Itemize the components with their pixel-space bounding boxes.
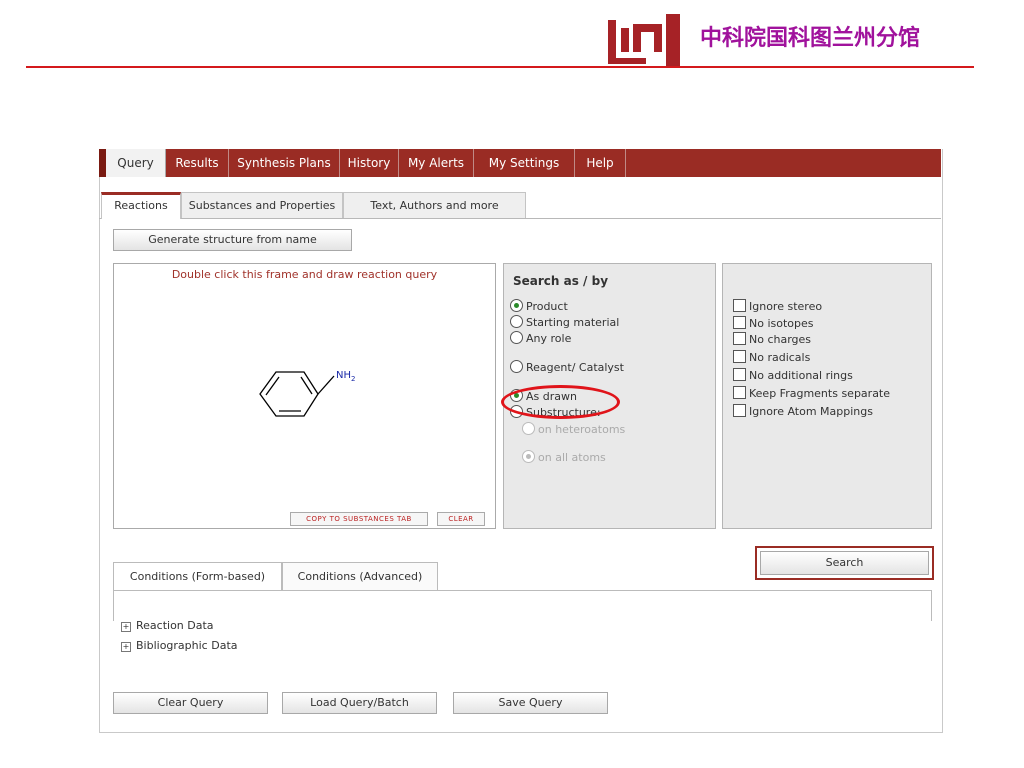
radio-disabled-icon xyxy=(522,422,535,435)
checkbox-icon xyxy=(733,404,746,417)
checkbox-no-additional-rings-label: No additional rings xyxy=(749,369,853,382)
copy-to-substances-button[interactable]: COPY TO SUBSTANCES TAB xyxy=(290,512,428,526)
amine-label-text: NH xyxy=(336,370,351,381)
menu-accent xyxy=(99,149,106,177)
checkbox-icon xyxy=(733,368,746,381)
subtab-reactions[interactable]: Reactions xyxy=(101,192,181,219)
amine-label: NH2 xyxy=(336,370,355,383)
amine-label-subscript: 2 xyxy=(351,375,356,383)
subtab-text-authors[interactable]: Text, Authors and more xyxy=(343,192,526,218)
checkbox-no-isotopes-label: No isotopes xyxy=(749,317,814,330)
expand-reaction-data-label: Reaction Data xyxy=(136,619,214,632)
checkbox-keep-fragments-label: Keep Fragments separate xyxy=(749,387,891,400)
menu-tab-help[interactable]: Help xyxy=(575,149,626,177)
aniline-structure xyxy=(259,371,335,417)
header-divider xyxy=(26,66,974,68)
checkbox-no-radicals-label: No radicals xyxy=(749,351,811,364)
checkbox-no-isotopes[interactable]: No isotopes xyxy=(733,316,814,332)
conditions-panel xyxy=(113,590,932,621)
expand-reaction-data[interactable]: + Reaction Data xyxy=(121,618,214,634)
radio-empty-icon xyxy=(510,331,523,344)
menu-tab-query[interactable]: Query xyxy=(106,149,166,177)
checkbox-no-additional-rings[interactable]: No additional rings xyxy=(733,368,853,384)
clear-query-button[interactable]: Clear Query xyxy=(113,692,268,714)
radio-selected-icon xyxy=(510,299,523,312)
radio-empty-icon xyxy=(510,315,523,328)
structure-drawing-pane[interactable]: Double click this frame and draw reactio… xyxy=(113,263,496,529)
expand-plus-icon: + xyxy=(121,642,131,652)
main-menu-bar: Query Results Synthesis Plans History My… xyxy=(99,149,941,177)
radio-disabled-selected-icon xyxy=(522,450,535,463)
radio-starting-material-label: Starting material xyxy=(526,316,620,329)
checkbox-keep-fragments-separate[interactable]: Keep Fragments separate xyxy=(733,386,890,402)
checkbox-icon xyxy=(733,350,746,363)
checkbox-no-charges[interactable]: No charges xyxy=(733,332,811,348)
search-as-title: Search as / by xyxy=(513,274,609,288)
checkbox-no-radicals[interactable]: No radicals xyxy=(733,350,810,366)
expand-bibliographic-data[interactable]: + Bibliographic Data xyxy=(121,638,238,654)
clear-drawing-button[interactable]: CLEAR xyxy=(437,512,485,526)
save-query-button[interactable]: Save Query xyxy=(453,692,608,714)
menu-tab-my-alerts[interactable]: My Alerts xyxy=(399,149,474,177)
menu-tab-results[interactable]: Results xyxy=(166,149,229,177)
radio-on-heteroatoms-label: on heteroatoms xyxy=(538,423,626,436)
tab-conditions-form-based[interactable]: Conditions (Form-based) xyxy=(113,562,282,590)
menu-tab-my-settings[interactable]: My Settings xyxy=(474,149,575,177)
radio-any-role[interactable]: Any role xyxy=(510,331,571,347)
checkbox-icon xyxy=(733,299,746,312)
menu-tab-history[interactable]: History xyxy=(340,149,399,177)
query-subtabs: Reactions Substances and Properties Text… xyxy=(99,192,941,219)
radio-reagent-label: Reagent/ Catalyst xyxy=(526,361,624,374)
checkbox-icon xyxy=(733,316,746,329)
load-query-batch-button[interactable]: Load Query/Batch xyxy=(282,692,437,714)
checkbox-ignore-stereo[interactable]: Ignore stereo xyxy=(733,299,822,315)
generate-structure-button[interactable]: Generate structure from name xyxy=(113,229,352,251)
checkbox-ignore-atom-mappings-label: Ignore Atom Mappings xyxy=(749,405,873,418)
search-options-panel: Ignore stereo No isotopes No charges No … xyxy=(722,263,932,529)
highlight-circle xyxy=(501,385,620,419)
checkbox-no-charges-label: No charges xyxy=(749,333,812,346)
expand-plus-icon: + xyxy=(121,622,131,632)
menu-tab-synthesis-plans[interactable]: Synthesis Plans xyxy=(229,149,340,177)
library-logo xyxy=(606,14,682,66)
radio-on-heteroatoms[interactable]: on heteroatoms xyxy=(522,422,625,438)
checkbox-ignore-atom-mappings[interactable]: Ignore Atom Mappings xyxy=(733,404,873,420)
checkbox-icon xyxy=(733,332,746,345)
checkbox-icon xyxy=(733,386,746,399)
expand-bibliographic-data-label: Bibliographic Data xyxy=(136,639,238,652)
radio-on-all-atoms-label: on all atoms xyxy=(538,451,606,464)
radio-on-all-atoms[interactable]: on all atoms xyxy=(522,450,606,466)
radio-product[interactable]: Product xyxy=(510,299,568,315)
radio-starting-material[interactable]: Starting material xyxy=(510,315,619,331)
subtab-substances-properties[interactable]: Substances and Properties xyxy=(181,192,343,218)
tab-conditions-advanced[interactable]: Conditions (Advanced) xyxy=(282,562,438,590)
radio-empty-icon xyxy=(510,360,523,373)
radio-any-role-label: Any role xyxy=(526,332,572,345)
conditions-tabs: Conditions (Form-based) Conditions (Adva… xyxy=(113,562,930,590)
checkbox-ignore-stereo-label: Ignore stereo xyxy=(749,300,823,313)
radio-reagent-catalyst[interactable]: Reagent/ Catalyst xyxy=(510,360,624,376)
radio-product-label: Product xyxy=(526,300,568,313)
drawing-hint: Double click this frame and draw reactio… xyxy=(171,268,438,281)
organization-name: 中科院国科图兰州分馆 xyxy=(700,25,921,51)
